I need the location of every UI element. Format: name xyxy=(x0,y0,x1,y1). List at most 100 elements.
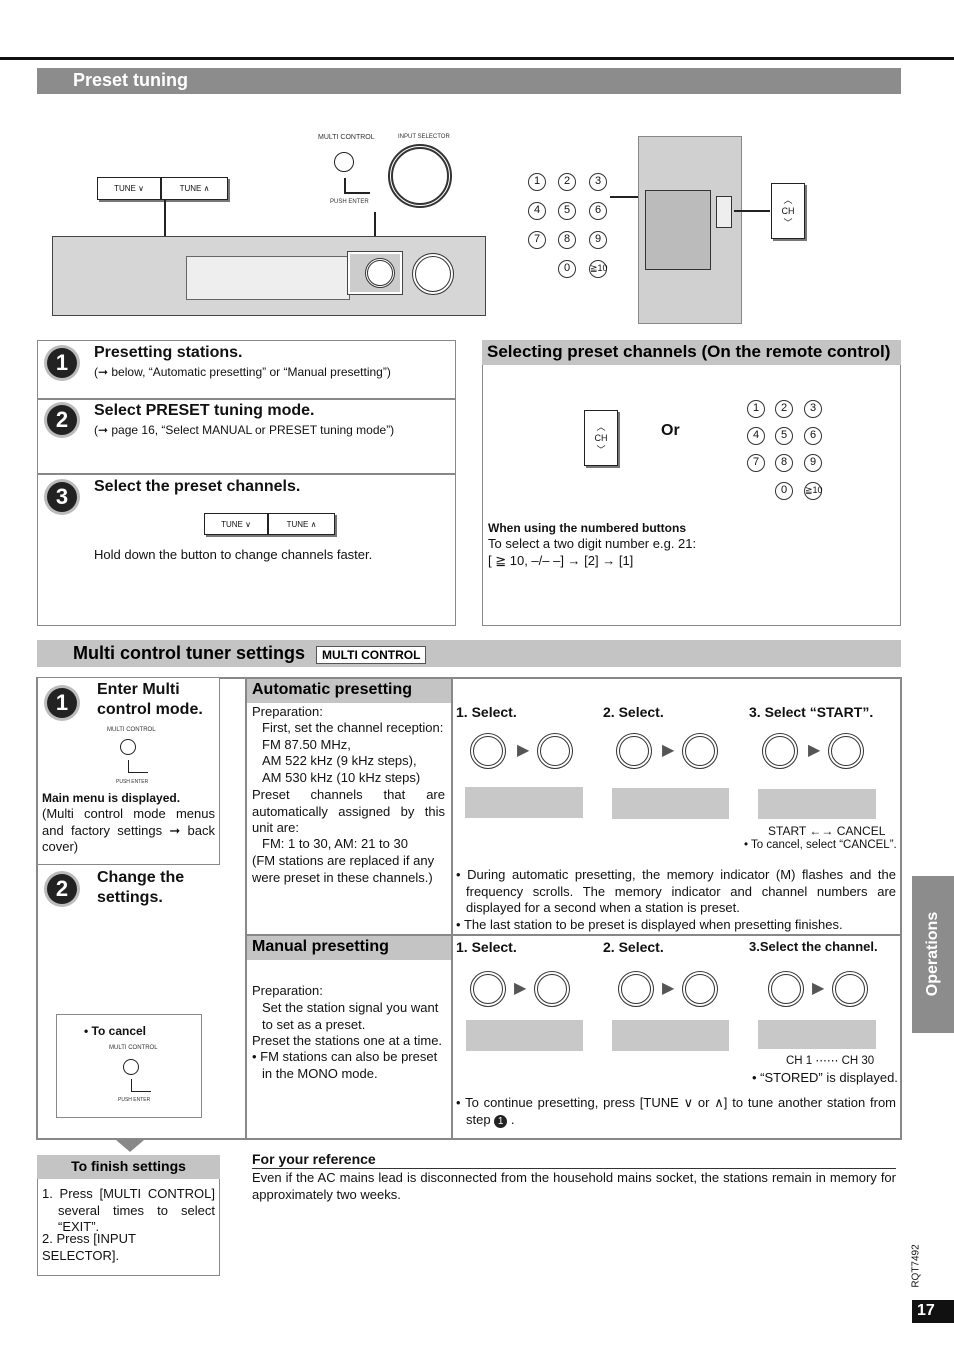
key-5: 5 xyxy=(775,427,793,445)
step-note: (➞ below, “Automatic presetting” or “Man… xyxy=(94,365,391,379)
channel-range: CH 1 ⋯⋯ CH 30 xyxy=(786,1055,875,1067)
arrow-down-icon xyxy=(116,1140,144,1152)
to-cancel-text: To cancel xyxy=(91,1024,147,1038)
dial-push-icon xyxy=(832,971,868,1007)
multi-control-knob-icon xyxy=(123,1059,139,1075)
automatic-presetting-header: Automatic presetting xyxy=(247,679,451,703)
section-header-selecting: Selecting preset channels (On the remote… xyxy=(482,340,901,365)
replaced-note: (FM stations are replaced if any were pr… xyxy=(252,853,435,885)
numbered-buttons-title: When using the numbered buttons xyxy=(488,521,686,535)
start-label: START xyxy=(768,824,807,838)
key-4: 4 xyxy=(747,427,765,445)
step-title: Select PRESET tuning mode. xyxy=(94,402,315,419)
dial-turn-icon xyxy=(762,733,798,769)
push-enter-label: PUSH ENTER xyxy=(330,199,369,205)
reference-title: For your reference xyxy=(252,1151,896,1169)
key-9: 9 xyxy=(589,231,607,249)
key-6: 6 xyxy=(804,427,822,445)
auto-note: • During automatic presetting, the memor… xyxy=(456,867,896,915)
to-cancel-label: • To cancel xyxy=(84,1024,147,1038)
auto-step-2: 2. Select. xyxy=(603,704,664,720)
step-number-3: 3 xyxy=(47,482,77,512)
input-selector-label: INPUT SELECTOR xyxy=(398,134,450,140)
arrow-right-icon: ▶ xyxy=(517,742,530,759)
multi-control-knob-icon xyxy=(334,152,354,172)
key-10plus: ≧10 xyxy=(804,482,823,500)
arrow-right-icon: ▶ xyxy=(812,980,825,997)
manual-step-2: 2. Select. xyxy=(603,939,664,955)
push-enter-bracket xyxy=(131,1079,151,1092)
dial-turn-icon xyxy=(470,971,506,1007)
finish-step: 2. Press [INPUT SELECTOR]. xyxy=(42,1231,136,1263)
ch-first: CH 1 xyxy=(786,1055,813,1067)
manual-presetting-header: Manual presetting xyxy=(247,936,451,960)
cancel-label: CANCEL xyxy=(836,824,886,838)
key-3: 3 xyxy=(804,400,822,418)
prep-line: • FM stations can also be preset in the … xyxy=(252,1049,438,1081)
arrow-right-icon: ▶ xyxy=(808,742,821,759)
dial-push-icon xyxy=(682,733,718,769)
column-divider xyxy=(451,677,453,1139)
or-label: Or xyxy=(661,422,680,439)
step-title: Presetting stations. xyxy=(94,344,243,361)
dial-turn-icon xyxy=(618,971,654,1007)
key-6: 6 xyxy=(589,202,607,220)
numbered-buttons-text: To select a two digit number e.g. 21: xyxy=(488,536,697,551)
tune-down-button: TUNE ∨ xyxy=(204,513,268,535)
key-1: 1 xyxy=(747,400,765,418)
display-panel xyxy=(612,788,729,819)
top-rule xyxy=(0,57,954,60)
step-number-2: 2 xyxy=(47,874,77,904)
divider xyxy=(37,473,456,475)
stored-note: • “STORED” is displayed. xyxy=(752,1070,898,1085)
prep-line: First, set the channel reception: xyxy=(262,720,444,735)
step-number-2: 2 xyxy=(47,405,77,435)
multi-control-label: MULTI CONTROL xyxy=(107,727,156,733)
auto-note: • The last station to be preset is displ… xyxy=(456,917,843,932)
step-title: Change the settings. xyxy=(97,869,185,906)
section-header-multi-control: Multi control tuner settings MULTI CONTR… xyxy=(37,640,901,667)
continue-note-text: To continue presetting, press [TUNE ∨ or… xyxy=(465,1095,896,1127)
selecting-box xyxy=(482,340,901,626)
step-number-1: 1 xyxy=(47,688,77,718)
remote-ch-button xyxy=(716,196,732,228)
key-2: 2 xyxy=(775,400,793,418)
cancel-note-text: To cancel, select “CANCEL”. xyxy=(751,839,897,851)
display-panel xyxy=(612,1020,729,1051)
arrow-right-icon: ▶ xyxy=(662,742,675,759)
column-divider xyxy=(245,677,247,1139)
step-note: Hold down the button to change channels … xyxy=(94,547,373,562)
receiver-display xyxy=(186,256,350,300)
push-enter-label: PUSH ENTER xyxy=(118,1097,151,1103)
multi-control-badge: MULTI CONTROL xyxy=(316,646,427,664)
key-4: 4 xyxy=(528,202,546,220)
manual-step-3: 3.Select the channel. xyxy=(749,939,878,954)
step-title: Enter Multi control mode. xyxy=(97,681,203,718)
manual-step-1: 1. Select. xyxy=(456,939,517,955)
volume-knob-icon xyxy=(412,253,454,295)
side-tab-label: Operations xyxy=(924,911,941,997)
divider xyxy=(37,398,456,400)
key-1: 1 xyxy=(528,173,546,191)
display-panel xyxy=(466,1020,583,1051)
dial-push-icon xyxy=(828,733,864,769)
tune-up-button: TUNE ∧ xyxy=(268,513,335,535)
tune-up-button: TUNE ∧ xyxy=(161,177,228,200)
tune-down-button: TUNE ∨ xyxy=(97,177,161,200)
display-panel xyxy=(758,1020,876,1049)
multi-control-label: MULTI CONTROL xyxy=(318,134,375,141)
key-8: 8 xyxy=(775,454,793,472)
section-title: Multi control tuner settings xyxy=(73,643,305,663)
step-note: (➞ page 16, “Select MANUAL or PRESET tun… xyxy=(94,423,395,437)
reference-text: Even if the AC mains lead is disconnecte… xyxy=(252,1170,896,1202)
auto-step-3: 3. Select “START”. xyxy=(749,704,874,720)
push-enter-bracket xyxy=(128,760,148,773)
mono-note: FM stations can also be preset in the MO… xyxy=(260,1049,438,1081)
prep-line: FM 87.50 MHz, xyxy=(262,737,351,752)
key-0: 0 xyxy=(558,260,576,278)
dial-push-icon xyxy=(682,971,718,1007)
main-menu-displayed: Main menu is displayed. xyxy=(42,791,181,805)
key-10plus: ≧10 xyxy=(589,260,608,278)
push-enter-bracket xyxy=(344,178,370,194)
step-title: Select the preset channels. xyxy=(94,478,301,495)
